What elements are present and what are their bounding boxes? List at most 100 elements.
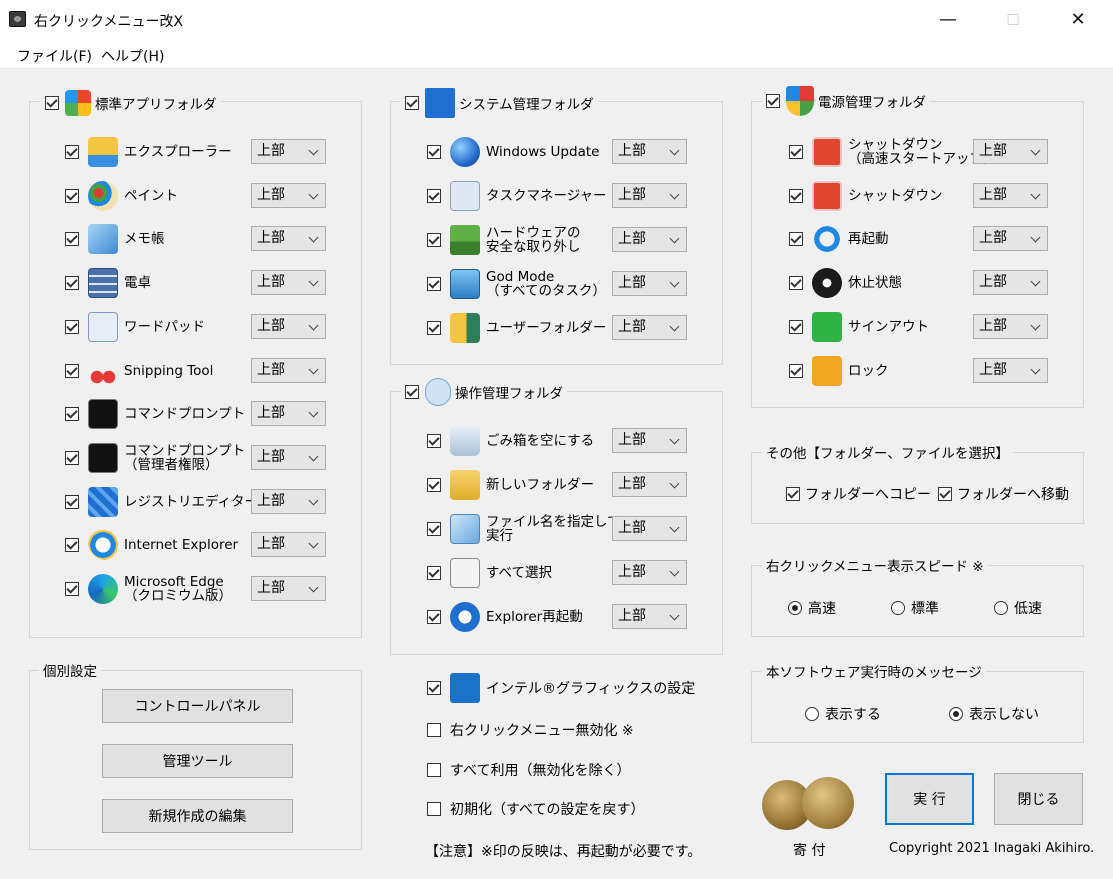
- operation-item-checkbox[interactable]: [427, 478, 441, 492]
- run-button[interactable]: 実 行: [885, 773, 974, 825]
- close-button[interactable]: 閉じる: [994, 773, 1083, 825]
- close-window-button[interactable]: ✕: [1048, 0, 1108, 39]
- power-position-select[interactable]: 上部: [973, 139, 1048, 164]
- standard-item-label: Internet Explorer: [124, 537, 239, 554]
- power-checkbox[interactable]: [766, 94, 780, 108]
- initialize-checkbox[interactable]: [427, 802, 441, 816]
- system-position-select[interactable]: 上部: [612, 183, 687, 208]
- power-item-checkbox[interactable]: [789, 188, 803, 203]
- operation-position-select[interactable]: 上部: [612, 560, 687, 585]
- new-item-edit-button[interactable]: 新規作成の編集: [102, 799, 293, 833]
- operation-item-checkbox[interactable]: [427, 566, 441, 580]
- standard-position-select[interactable]: 上部: [251, 313, 326, 339]
- use-all-checkbox[interactable]: [427, 763, 441, 777]
- standard-apps-title: 標準アプリフォルダ: [95, 97, 217, 113]
- intel-graphics-checkbox[interactable]: [427, 681, 441, 695]
- admin-tools-button[interactable]: 管理ツール: [102, 744, 293, 778]
- operation-position-select[interactable]: 上部: [612, 516, 687, 541]
- speed-fast-radio[interactable]: [788, 601, 802, 615]
- power-item-checkbox[interactable]: [789, 145, 803, 159]
- standard-position-select[interactable]: 上部: [251, 576, 326, 601]
- standard-item: ペイント: [65, 180, 178, 211]
- standard-item-checkbox[interactable]: [65, 363, 79, 378]
- standard-position-select[interactable]: 上部: [251, 357, 326, 383]
- standard-apps-checkbox[interactable]: [45, 96, 59, 110]
- menu-file[interactable]: ファイル(F): [17, 46, 92, 66]
- standard-item-checkbox[interactable]: [65, 494, 79, 509]
- system-item-checkbox[interactable]: [427, 233, 441, 247]
- operation-item-checkbox[interactable]: [427, 522, 441, 536]
- standard-position-select[interactable]: 上部: [251, 488, 326, 514]
- initialize-option[interactable]: 初期化（すべての設定を戻す）: [427, 799, 644, 819]
- move-to-folder-option[interactable]: フォルダーへ移動: [938, 484, 1069, 504]
- system-position-select[interactable]: 上部: [612, 227, 687, 252]
- control-panel-button[interactable]: コントロールパネル: [102, 689, 293, 723]
- standard-position-select[interactable]: 上部: [251, 532, 326, 558]
- power-item-checkbox[interactable]: [789, 319, 803, 334]
- donate-label[interactable]: 寄 付: [793, 840, 825, 860]
- disable-menu-checkbox[interactable]: [427, 723, 441, 737]
- power-position-select[interactable]: 上部: [973, 357, 1048, 383]
- message-show-option[interactable]: 表示する: [805, 704, 881, 724]
- standard-position-select[interactable]: 上部: [251, 226, 326, 252]
- standard-item-checkbox[interactable]: [65, 582, 79, 596]
- standard-position-select[interactable]: 上部: [251, 270, 326, 296]
- message-hide-option[interactable]: 表示しない: [949, 704, 1039, 724]
- menu-help[interactable]: ヘルプ(H): [101, 46, 164, 66]
- donate-coins-image[interactable]: [760, 775, 858, 833]
- move-to-folder-checkbox[interactable]: [938, 487, 952, 501]
- system-item-checkbox[interactable]: [427, 145, 441, 159]
- operation-checkbox[interactable]: [405, 385, 419, 399]
- disable-menu-option[interactable]: 右クリックメニュー無効化 ※: [427, 720, 634, 740]
- system-item-checkbox[interactable]: [427, 189, 441, 203]
- system-position-select[interactable]: 上部: [612, 271, 687, 296]
- standard-position-select[interactable]: 上部: [251, 401, 326, 427]
- use-all-option[interactable]: すべて利用（無効化を除く）: [427, 760, 630, 780]
- standard-item-checkbox[interactable]: [65, 145, 79, 159]
- operation-position-select[interactable]: 上部: [612, 604, 687, 629]
- power-item-checkbox[interactable]: [789, 276, 803, 291]
- standard-item-checkbox[interactable]: [65, 276, 79, 291]
- standard-item: ワードパッド: [65, 311, 205, 342]
- message-show-radio[interactable]: [805, 707, 819, 721]
- speed-normal-radio[interactable]: [891, 601, 905, 615]
- speed-slow-radio[interactable]: [994, 601, 1008, 615]
- power-item-label: ロック: [848, 362, 889, 379]
- power-position-select[interactable]: 上部: [973, 182, 1048, 208]
- system-item-checkbox[interactable]: [427, 277, 441, 291]
- select-value: 上部: [979, 186, 1007, 203]
- standard-position-select[interactable]: 上部: [251, 444, 326, 470]
- standard-item-checkbox[interactable]: [65, 232, 79, 247]
- power-position-select[interactable]: 上部: [973, 226, 1048, 252]
- maximize-button[interactable]: ☐: [983, 0, 1043, 39]
- standard-position-select[interactable]: 上部: [251, 139, 326, 164]
- system-position-select[interactable]: 上部: [612, 139, 687, 164]
- cmd-admin-icon: [88, 442, 118, 473]
- power-item-checkbox[interactable]: [789, 363, 803, 378]
- system-position-select[interactable]: 上部: [612, 315, 687, 340]
- speed-slow-option[interactable]: 低速: [994, 598, 1042, 618]
- power-position-select[interactable]: 上部: [973, 313, 1048, 339]
- power-position-select[interactable]: 上部: [973, 270, 1048, 296]
- standard-position-select[interactable]: 上部: [251, 182, 326, 208]
- copy-to-folder-checkbox[interactable]: [786, 487, 800, 501]
- message-hide-radio[interactable]: [949, 707, 963, 721]
- operation-position-select[interactable]: 上部: [612, 428, 687, 453]
- intel-graphics-option[interactable]: インテル®グラフィックスの設定: [427, 673, 695, 703]
- system-checkbox[interactable]: [405, 96, 419, 110]
- standard-item-checkbox[interactable]: [65, 407, 79, 422]
- standard-item-checkbox[interactable]: [65, 319, 79, 334]
- standard-item-label: コマンドプロンプト: [124, 406, 246, 423]
- copy-to-folder-option[interactable]: フォルダーへコピー: [786, 484, 931, 504]
- standard-item-checkbox[interactable]: [65, 188, 79, 203]
- speed-fast-option[interactable]: 高速: [788, 598, 836, 618]
- speed-normal-option[interactable]: 標準: [891, 598, 939, 618]
- standard-item-checkbox[interactable]: [65, 538, 79, 553]
- system-item-checkbox[interactable]: [427, 321, 441, 335]
- operation-position-select[interactable]: 上部: [612, 472, 687, 497]
- standard-item-checkbox[interactable]: [65, 450, 79, 465]
- power-item-checkbox[interactable]: [789, 232, 803, 247]
- operation-item-checkbox[interactable]: [427, 434, 441, 448]
- minimize-button[interactable]: —: [918, 0, 978, 39]
- operation-item-checkbox[interactable]: [427, 610, 441, 624]
